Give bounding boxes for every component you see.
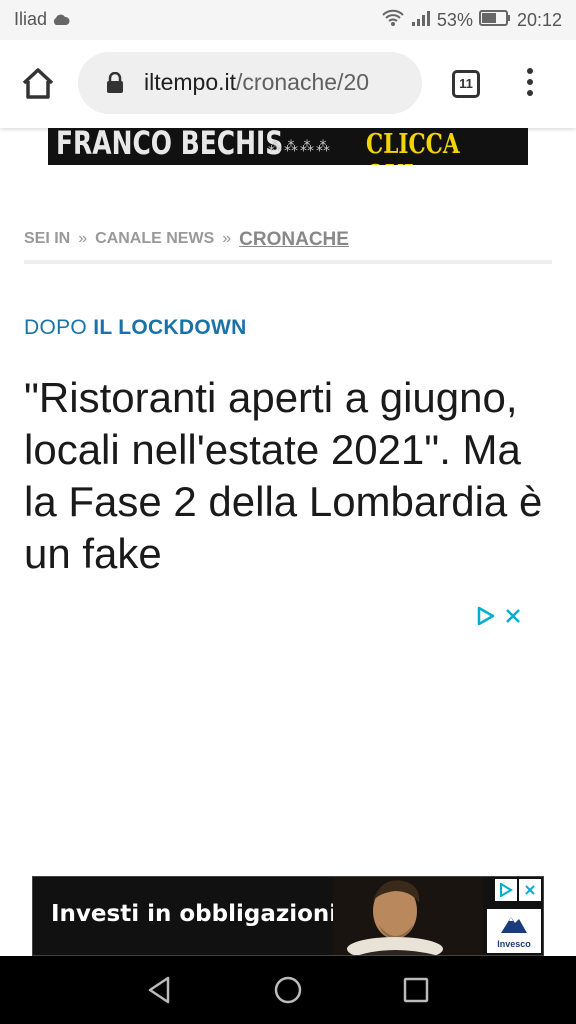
- close-icon[interactable]: [519, 879, 541, 901]
- bottom-banner-ad[interactable]: Investi in obbligazioni. Invesco: [32, 876, 544, 956]
- status-bar: Iliad 53% 20:12: [0, 0, 576, 40]
- more-vert-icon[interactable]: [520, 68, 540, 102]
- cloud-icon: [52, 10, 70, 31]
- url-text: iltempo.it/cronache/20: [144, 69, 416, 96]
- tabs-icon[interactable]: 11: [452, 70, 480, 98]
- wifi-icon: [381, 9, 405, 32]
- address-bar[interactable]: iltempo.it/cronache/20: [78, 52, 422, 114]
- ad-brand: Invesco: [497, 939, 531, 949]
- system-nav-bar: [0, 956, 576, 1024]
- banner-name: FRANCO BECHIS: [56, 128, 284, 162]
- kicker-part1: DOPO: [24, 316, 88, 339]
- top-banner-ad[interactable]: FRANCO BECHIS ⁂⁂⁂⁂ CLICCA QUI: [48, 128, 528, 165]
- banner-cta: CLICCA QUI: [366, 129, 460, 165]
- invesco-logo: Invesco: [487, 909, 541, 953]
- ad-text: Investi in obbligazioni.: [51, 901, 346, 927]
- carrier-name: Iliad: [14, 9, 48, 29]
- browser-toolbar: iltempo.it/cronache/20 11: [0, 40, 576, 128]
- article-kicker: DOPO IL LOCKDOWN: [24, 316, 247, 340]
- home-button[interactable]: [18, 64, 58, 104]
- breadcrumb: SEI IN » CANALE NEWS » CRONACHE: [24, 229, 552, 264]
- ad-choices[interactable]: [476, 606, 522, 631]
- breadcrumb-separator: »: [78, 230, 88, 247]
- back-icon[interactable]: [144, 974, 176, 1006]
- battery-icon: [478, 10, 511, 31]
- breadcrumb-item-canale-news[interactable]: CANALE NEWS: [95, 230, 214, 248]
- home-nav-icon[interactable]: [272, 974, 304, 1006]
- article-headline: "Ristoranti aperti a giugno, locali nell…: [24, 374, 543, 577]
- tab-count: 11: [459, 76, 473, 91]
- breadcrumb-item-cronache[interactable]: CRONACHE: [239, 229, 349, 251]
- battery-percent: 53%: [436, 10, 473, 30]
- breadcrumb-item-sei-in: SEI IN: [24, 230, 71, 247]
- kicker-part2: IL LOCKDOWN: [93, 316, 247, 339]
- adchoices-icon[interactable]: [495, 879, 517, 901]
- recents-icon[interactable]: [400, 974, 432, 1006]
- url-path: /cronache/20: [236, 69, 370, 95]
- adchoices-icon[interactable]: [476, 606, 496, 631]
- signal-icon: [411, 10, 431, 31]
- lock-icon: [106, 71, 124, 99]
- ad-portrait-image: [333, 877, 483, 955]
- ad-controls[interactable]: [495, 879, 541, 901]
- home-icon: [22, 68, 54, 99]
- close-icon[interactable]: [504, 607, 522, 630]
- clock: 20:12: [516, 10, 562, 30]
- url-domain: iltempo.it: [144, 69, 237, 95]
- breadcrumb-separator: »: [222, 230, 232, 247]
- banner-cars-graphic: ⁂⁂⁂⁂: [268, 138, 332, 154]
